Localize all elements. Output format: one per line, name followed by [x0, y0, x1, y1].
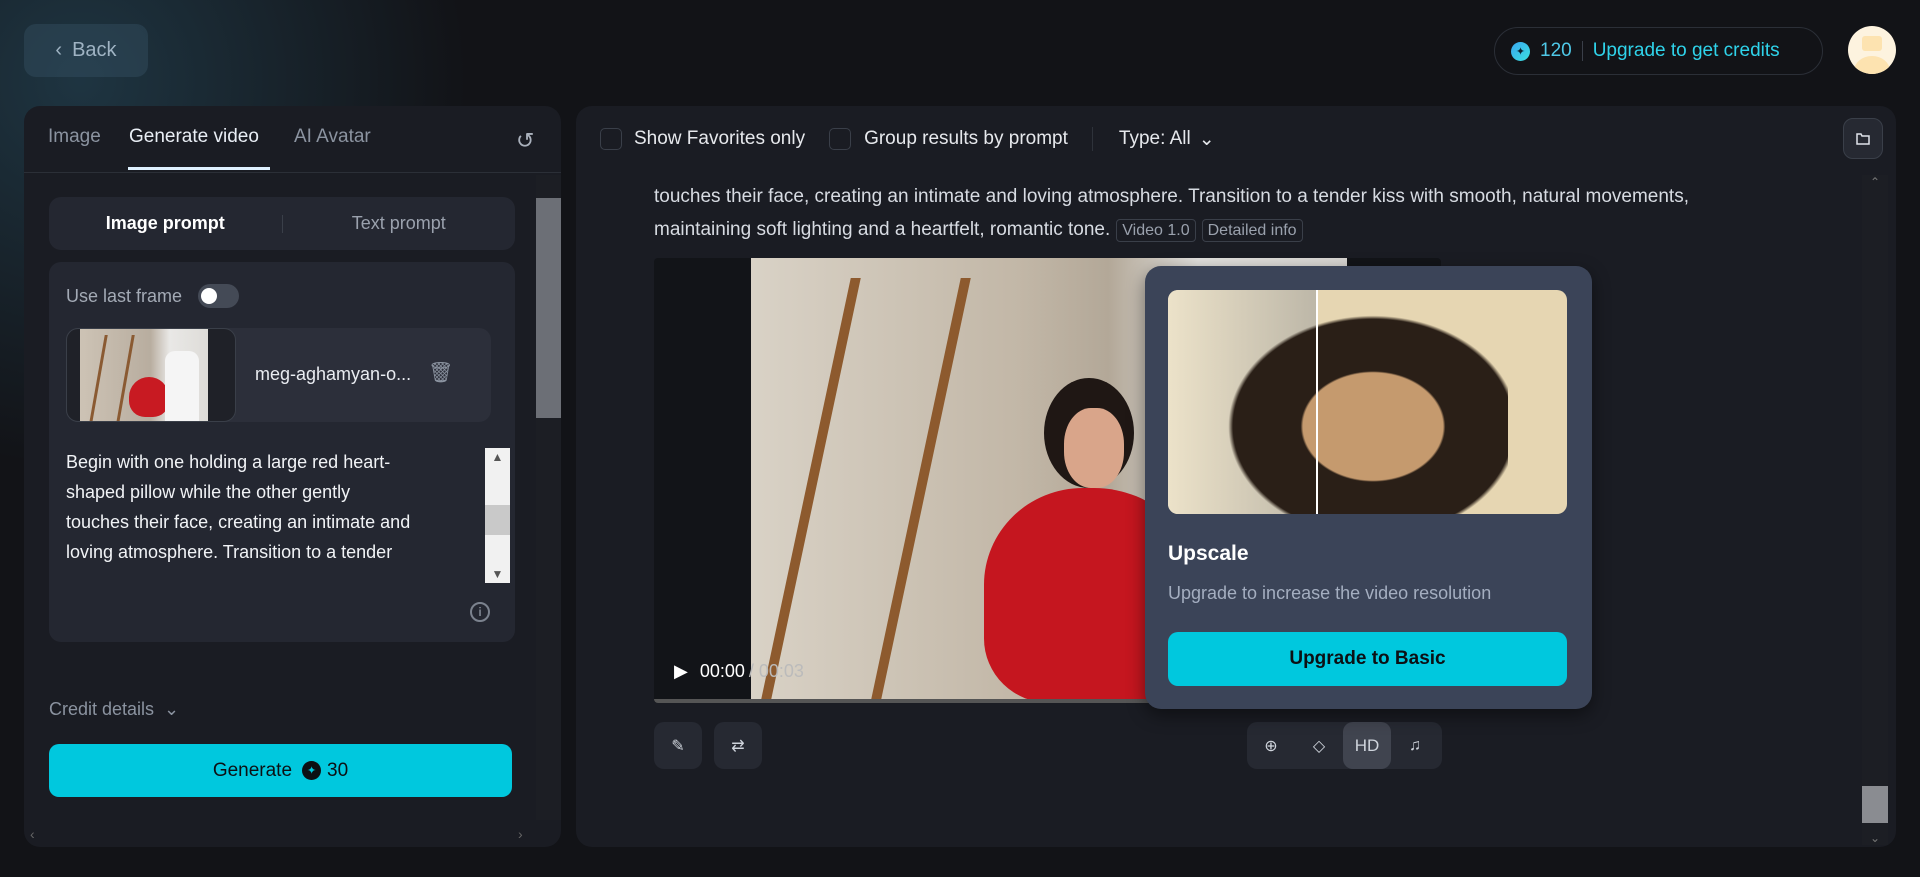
avatar[interactable]	[1848, 26, 1896, 74]
time-total: / 00:03	[748, 661, 804, 681]
group-by-prompt-label[interactable]: Group results by prompt	[864, 128, 1068, 150]
file-name: meg-aghamyan-o...	[255, 364, 412, 384]
detailed-info-button[interactable]: Detailed info	[1201, 219, 1303, 242]
popover-subtitle: Upgrade to increase the video resolution	[1168, 583, 1492, 603]
left-scrollbar[interactable]	[536, 175, 561, 820]
file-thumbnail[interactable]	[66, 328, 236, 422]
scroll-down-icon[interactable]: ⌄	[1862, 831, 1888, 845]
tab-ai-avatar[interactable]: AI Avatar	[294, 126, 371, 148]
hd-label: HD	[1354, 735, 1380, 755]
upscale-popover: Upscale Upgrade to increase the video re…	[1145, 266, 1592, 709]
show-favorites-checkbox[interactable]	[600, 128, 622, 150]
result-prompt: touches their face, creating an intimate…	[654, 180, 1689, 247]
credit-coin-icon: ✦	[1511, 41, 1530, 61]
textarea-scrollbar[interactable]: ▲ ▼	[485, 448, 510, 583]
results-scrollbar[interactable]: ⌃ ⌄	[1862, 175, 1888, 845]
info-icon[interactable]: i	[470, 602, 490, 622]
prompt-text-line: maintaining soft lighting and a heartfel…	[654, 219, 1111, 240]
prompt-line: Begin with one holding a large red heart…	[66, 452, 391, 472]
scroll-right-icon[interactable]: ›	[518, 826, 523, 842]
avatar-body-icon	[1854, 56, 1890, 74]
chevron-down-icon: ⌄	[1198, 128, 1215, 150]
time-current: 00:00	[699, 661, 745, 681]
prompt-line: loving atmosphere. Transition to a tende…	[66, 542, 393, 562]
popover-title: Upscale	[1168, 542, 1249, 565]
tab-generate-video[interactable]: Generate video	[129, 126, 259, 148]
generate-button[interactable]: Generate ✦ 30	[49, 744, 512, 797]
credit-details-toggle[interactable]: Credit details ⌄	[49, 699, 179, 720]
credit-details-label: Credit details	[49, 699, 155, 719]
credit-coin-icon: ✦	[302, 761, 322, 780]
segment-image-prompt[interactable]: Image prompt	[49, 213, 282, 234]
use-last-frame-toggle[interactable]	[198, 284, 240, 308]
prompt-line: shaped pillow while the other gently	[66, 482, 351, 502]
scrollbar-thumb[interactable]	[536, 198, 561, 418]
upgrade-credits-link[interactable]: Upgrade to get credits	[1593, 40, 1780, 62]
file-item: meg-aghamyan-o... 🗑︎	[66, 328, 491, 422]
credit-count: 120	[1540, 40, 1572, 61]
model-tag: Video 1.0	[1116, 219, 1196, 242]
divider	[1581, 41, 1583, 61]
prompt-line: touches their face, creating an intimate…	[66, 512, 411, 532]
scrollbar-thumb[interactable]	[1862, 786, 1888, 823]
generate-label: Generate	[212, 759, 293, 781]
scrollbar-thumb[interactable]	[485, 505, 510, 535]
comparison-divider[interactable]	[1316, 290, 1318, 514]
tab-divider	[24, 172, 561, 173]
folder-icon	[1856, 132, 1870, 145]
trash-icon[interactable]: 🗑︎	[428, 360, 453, 385]
group-by-prompt-checkbox[interactable]	[829, 128, 852, 150]
active-tab-indicator	[128, 167, 270, 170]
extend-button[interactable]: ⊕	[1247, 722, 1295, 769]
scroll-up-icon[interactable]: ▲	[485, 450, 510, 464]
hd-upscale-button[interactable]: HD	[1343, 722, 1391, 769]
interpolate-button[interactable]: ◇	[1295, 722, 1343, 769]
chevron-left-icon: ‹	[55, 39, 63, 61]
video-tools-group: ⊕ ◇ HD ♫	[1247, 722, 1442, 769]
clock-plus-icon: ⊕	[1264, 737, 1278, 755]
play-icon[interactable]: ▶	[674, 661, 688, 682]
tab-image[interactable]: Image	[48, 126, 101, 148]
music-note-icon: ♫	[1409, 736, 1421, 754]
use-last-frame-label: Use last frame	[66, 285, 183, 306]
reset-icon[interactable]: ↺	[516, 128, 534, 154]
segment-text-prompt[interactable]: Text prompt	[283, 213, 516, 234]
generate-cost: 30	[327, 759, 349, 781]
upscale-preview-image	[1168, 290, 1567, 514]
diamond-icon: ◇	[1312, 737, 1326, 755]
repeat-icon: ⇄	[731, 737, 745, 755]
scroll-up-icon[interactable]: ⌃	[1862, 175, 1888, 189]
folder-button[interactable]	[1843, 118, 1883, 159]
prompt-text-line: touches their face, creating an intimate…	[654, 186, 1689, 207]
regenerate-button[interactable]: ⇄	[714, 722, 762, 769]
pencil-icon: ✎	[671, 737, 685, 755]
credits-pill[interactable]: ✦ 120 Upgrade to get credits	[1494, 27, 1823, 75]
prompt-textarea[interactable]: Begin with one holding a large red heart…	[66, 447, 481, 582]
chevron-down-icon: ⌄	[164, 699, 180, 719]
edit-button[interactable]: ✎	[654, 722, 702, 769]
prompt-type-segment: Image prompt Text prompt	[49, 197, 515, 250]
divider	[1091, 127, 1093, 151]
back-button[interactable]: ‹ Back	[24, 24, 148, 77]
face	[1064, 408, 1124, 488]
audio-button[interactable]: ♫	[1391, 722, 1439, 769]
upgrade-to-basic-button[interactable]: Upgrade to Basic	[1168, 632, 1567, 686]
scroll-down-icon[interactable]: ▼	[485, 567, 510, 581]
type-filter-dropdown[interactable]: Type: All	[1119, 128, 1191, 150]
avatar-head-icon	[1862, 36, 1882, 51]
scroll-left-icon[interactable]: ‹	[30, 826, 35, 842]
show-favorites-label[interactable]: Show Favorites only	[634, 128, 805, 150]
